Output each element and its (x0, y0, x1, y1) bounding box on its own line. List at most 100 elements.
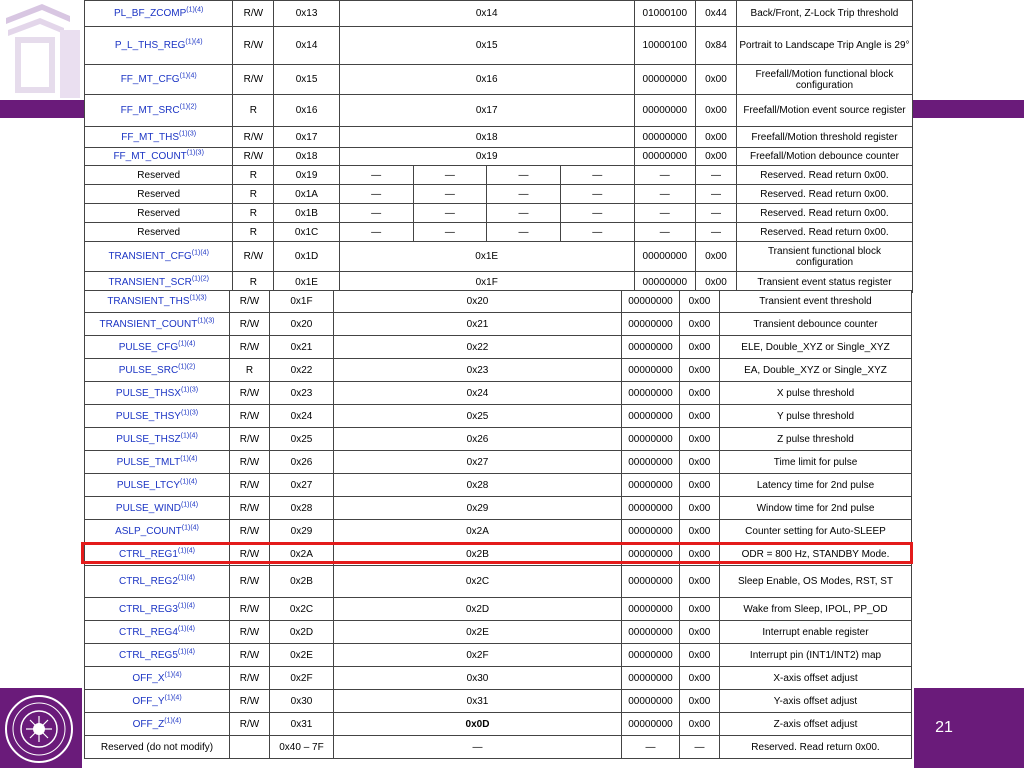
register-name-text: OFF_X (132, 672, 165, 684)
table-row: PULSE_WIND(1)(4) R/W 0x28 0x29 00000000 0x00 W… (84, 496, 912, 520)
register-address: 0x26 (269, 450, 334, 474)
register-comment: Reserved. Read return 0x00. (735, 222, 914, 242)
footnote-marker: (1)(4) (180, 478, 198, 486)
auto-increment-address: 0x2D (333, 597, 622, 621)
register-address: 0x13 (273, 0, 340, 27)
default-hex: 0x00 (679, 597, 720, 621)
register-name-text: CTRL_REG5 (118, 649, 178, 661)
default-binary: 00000000 (633, 241, 696, 272)
register-address: 0x28 (269, 496, 334, 520)
default-binary: 00000000 (621, 712, 680, 736)
register-comment: Time limit for pulse (719, 450, 912, 474)
table-row: Reserved R 0x1A — — — — — — Reserved. Read return… (83, 184, 914, 204)
default-binary: 00000000 (633, 147, 696, 166)
register-comment: Y-axis offset adjust (719, 689, 912, 713)
default-binary: 01000100 (633, 0, 696, 27)
auto-increment-address: — (333, 735, 622, 759)
register-comment: Interrupt pin (INT1/INT2) map (719, 643, 912, 667)
register-name-text: PULSE_THSX (115, 387, 181, 399)
default-binary: 00000000 (621, 496, 680, 520)
default-hex: 0x00 (679, 450, 720, 474)
register-name: Reserved (83, 203, 234, 223)
register-address: 0x22 (269, 358, 334, 382)
access-type: R (229, 358, 270, 382)
default-hex: 0x00 (679, 312, 720, 336)
default-hex: 0x00 (679, 335, 720, 359)
auto-increment-address: 0x25 (333, 404, 622, 428)
default-binary: — (633, 184, 696, 204)
access-type: R/W (229, 335, 270, 359)
register-comment: Freefall/Motion debounce counter (735, 147, 914, 166)
access-type: R/W (229, 404, 270, 428)
table-row: FF_MT_THS(1)(3) R/W 0x17 0x18 00000000 0x00 Fr… (83, 126, 914, 148)
register-name-text: FF_MT_CFG (120, 74, 180, 85)
default-hex: 0x44 (694, 0, 737, 27)
register-name: PULSE_LTCY(1)(4) (84, 473, 230, 497)
auto-increment-address: — (338, 222, 414, 242)
register-comment: Reserved. Read return 0x00. (735, 165, 914, 185)
default-hex: 0x00 (679, 666, 720, 690)
default-hex: 0x00 (679, 404, 720, 428)
default-hex: — (694, 203, 737, 223)
default-binary: 00000000 (633, 126, 696, 148)
table-row: OFF_X(1)(4) R/W 0x2F 0x30 00000000 0x00 X-axis… (84, 666, 912, 690)
auto-increment-address: 0x26 (333, 427, 622, 451)
default-binary: 00000000 (621, 312, 680, 336)
default-hex: 0x00 (679, 620, 720, 644)
footnote-marker: (1)(4) (177, 625, 196, 633)
table-row: CTRL_REG2(1)(4) R/W 0x2B 0x2C 00000000 0x00 Sl… (84, 565, 912, 598)
register-comment: Portrait to Landscape Trip Angle is 29° (735, 26, 914, 65)
default-hex: 0x00 (679, 519, 720, 543)
default-binary: 00000000 (621, 358, 680, 382)
table-row: Reserved R 0x1C — — — — — — Reserved. Read return… (83, 222, 914, 242)
register-comment: Reserved. Read return 0x00. (735, 203, 914, 223)
default-hex: 0x00 (679, 290, 720, 313)
auto-increment-address: 0x14 (338, 0, 635, 27)
access-type: R/W (229, 496, 270, 520)
register-comment: Reserved. Read return 0x00. (735, 184, 914, 204)
footnote-marker: (1)(4) (177, 574, 196, 582)
auto-increment-address: — (412, 203, 488, 223)
register-name-text: PL_BF_ZCOMP (114, 8, 187, 19)
register-name: FF_MT_SRC(1)(2) (83, 94, 234, 127)
register-comment: Wake from Sleep, IPOL, PP_OD (719, 597, 912, 621)
register-table-top: PL_BF_ZCOMP(1)(4) R/W 0x13 0x14 01000100 0x44… (83, 0, 914, 293)
footnote-marker: (1)(4) (180, 455, 198, 463)
default-binary: 00000000 (621, 565, 680, 598)
register-name-text: Reserved (137, 169, 181, 181)
register-name-text: Reserved (do not modify) (100, 741, 214, 753)
auto-increment-address: 0x1E (338, 241, 635, 272)
auto-increment-address: 0x22 (333, 335, 622, 359)
auto-increment-address: — (412, 222, 488, 242)
default-hex: 0x00 (679, 381, 720, 405)
auto-increment-address: — (559, 222, 635, 242)
register-name-text: PULSE_LTCY (116, 479, 181, 491)
access-type: R/W (229, 312, 270, 336)
register-name: P_L_THS_REG(1)(4) (83, 26, 234, 65)
auto-increment-address: 0x0D (333, 712, 622, 736)
access-type: R/W (229, 542, 270, 566)
default-hex: 0x84 (694, 26, 737, 65)
auto-increment-address: — (338, 203, 414, 223)
register-name: PL_BF_ZCOMP(1)(4) (83, 0, 234, 27)
register-address: 0x16 (273, 94, 340, 127)
register-address: 0x1B (273, 203, 340, 223)
default-hex: 0x00 (679, 565, 720, 598)
register-comment: Z pulse threshold (719, 427, 912, 451)
register-name: ASLP_COUNT(1)(4) (84, 519, 230, 543)
default-hex: 0x00 (679, 358, 720, 382)
table-row: FF_MT_CFG(1)(4) R/W 0x15 0x16 00000000 0x00 Fr… (83, 64, 914, 95)
auto-increment-address: — (559, 203, 635, 223)
footnote-marker: (1)(3) (186, 149, 204, 157)
table-row: Reserved R 0x1B — — — — — — Reserved. Read return… (83, 203, 914, 223)
access-type: R/W (229, 519, 270, 543)
page-number: 21 (935, 719, 953, 736)
register-comment: Y pulse threshold (719, 404, 912, 428)
default-binary: 00000000 (621, 335, 680, 359)
register-name: FF_MT_CFG(1)(4) (83, 64, 234, 95)
register-comment: Window time for 2nd pulse (719, 496, 912, 520)
table-row: OFF_Y(1)(4) R/W 0x30 0x31 00000000 0x00 Y-axis… (84, 689, 912, 713)
register-comment: X pulse threshold (719, 381, 912, 405)
auto-increment-address: — (559, 165, 635, 185)
access-type: R (232, 165, 275, 185)
